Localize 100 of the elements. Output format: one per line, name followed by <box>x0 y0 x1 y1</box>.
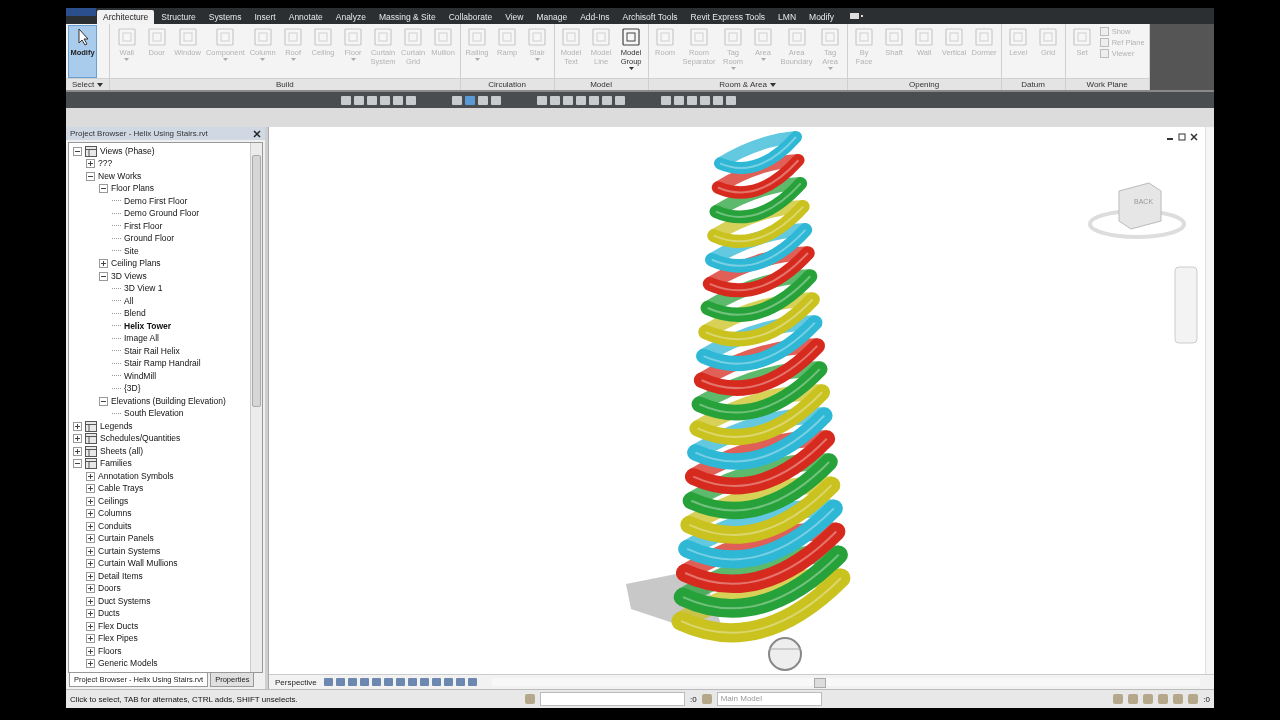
expand-icon[interactable] <box>86 621 95 631</box>
tree-item[interactable]: Ceilings <box>98 495 129 507</box>
expand-icon[interactable] <box>86 659 95 669</box>
panel-label[interactable]: Model <box>554 78 648 90</box>
tree-item[interactable]: Sheets (all) <box>100 445 143 457</box>
tree-item[interactable]: Cable Trays <box>98 483 144 495</box>
tree-item[interactable]: Demo First Floor <box>124 195 188 207</box>
tree-item[interactable]: Detail Items <box>98 570 143 582</box>
ribbon-tab[interactable]: Manage <box>530 10 574 24</box>
tree-item[interactable]: Ducts <box>98 608 120 620</box>
collapse-icon[interactable] <box>99 184 108 194</box>
tree-item[interactable]: Columns <box>98 508 132 520</box>
ribbon-tab[interactable]: Collaborate <box>442 10 499 24</box>
close-icon[interactable] <box>1190 133 1198 141</box>
tree-item[interactable]: Curtain Systems <box>98 545 161 557</box>
tree-item[interactable]: Curtain Wall Mullions <box>98 558 178 570</box>
panel-toggle-icon[interactable] <box>849 11 866 21</box>
tree-item[interactable]: 3D Views <box>111 270 147 282</box>
expand-icon[interactable] <box>86 634 95 644</box>
tree-item[interactable]: Stair Rail Helix <box>124 345 180 357</box>
tree-item[interactable]: Legends <box>100 420 133 432</box>
panel-label[interactable]: Work Plane <box>1065 78 1149 90</box>
tree-item[interactable]: Blend <box>124 308 146 320</box>
tree-item[interactable]: Demo Ground Floor <box>124 208 200 220</box>
tree-item[interactable]: First Floor <box>124 220 163 232</box>
expand-icon[interactable] <box>86 159 95 169</box>
tree-item[interactable]: Floor Plans <box>111 183 154 195</box>
tree-item[interactable]: Helix Tower <box>124 320 172 332</box>
expand-icon[interactable] <box>99 259 108 269</box>
tree-item[interactable]: Stair Ramp Handrail <box>124 358 201 370</box>
tree-item[interactable]: Generic Models <box>98 658 158 670</box>
scrollbar[interactable] <box>1205 127 1214 674</box>
scrollbar[interactable] <box>491 678 1200 686</box>
tree-item[interactable]: Schedules/Quantities <box>100 433 181 445</box>
close-icon[interactable] <box>253 129 261 138</box>
ribbon-tab[interactable]: Revit Express Tools <box>684 10 772 24</box>
expand-icon[interactable] <box>86 471 95 481</box>
ribbon-tab[interactable]: Insert <box>248 10 282 24</box>
tree-item[interactable]: {3D} <box>124 383 141 395</box>
panel-label[interactable]: Datum <box>1001 78 1065 90</box>
square-icon <box>1008 27 1029 47</box>
collapse-icon[interactable] <box>73 459 82 469</box>
ribbon-tab[interactable]: Annotate <box>282 10 329 24</box>
panel-label[interactable]: Opening <box>847 78 1001 90</box>
tree-item[interactable]: Ceiling Plans <box>111 258 161 270</box>
tree-item[interactable]: South Elevation <box>124 408 184 420</box>
tree-item[interactable]: Families <box>100 458 132 470</box>
ribbon-tab[interactable]: Systems <box>202 10 248 24</box>
collapse-icon[interactable] <box>99 396 108 406</box>
ribbon-tab[interactable]: Architecture <box>97 10 155 24</box>
tree-item[interactable]: ??? <box>98 158 113 170</box>
scrollbar[interactable] <box>250 143 262 672</box>
tree-item[interactable]: 3D View 1 <box>124 283 163 295</box>
ribbon-tab[interactable]: LMN <box>772 10 803 24</box>
expand-icon[interactable] <box>86 584 95 594</box>
expand-icon[interactable] <box>86 646 95 656</box>
ribbon-tab[interactable]: Structure <box>155 10 202 24</box>
tree-item[interactable]: New Works <box>98 170 142 182</box>
tree-item[interactable]: WindMill <box>124 370 157 382</box>
tree-item[interactable]: Image All <box>124 333 159 345</box>
expand-icon[interactable] <box>73 421 82 431</box>
ribbon-tab[interactable]: Analyze <box>329 10 372 24</box>
expand-icon[interactable] <box>86 534 95 544</box>
tree-item[interactable]: Curtain Panels <box>98 533 154 545</box>
expand-icon[interactable] <box>86 509 95 519</box>
tree-item[interactable]: Elevations (Building Elevation) <box>111 395 226 407</box>
panel-label[interactable]: Build <box>110 78 460 90</box>
expand-icon[interactable] <box>73 434 82 444</box>
expand-icon[interactable] <box>86 559 95 569</box>
tree-item[interactable]: Annotation Symbols <box>98 470 174 482</box>
expand-icon[interactable] <box>86 571 95 581</box>
collapse-icon[interactable] <box>73 146 82 156</box>
tree-item[interactable]: Conduits <box>98 520 132 532</box>
panel-label[interactable]: Room & Area <box>648 78 847 90</box>
tree-item[interactable]: Views (Phase) <box>100 145 155 157</box>
tree-item[interactable]: Floors <box>98 645 122 657</box>
ribbon-tab[interactable]: Archisoft Tools <box>616 10 684 24</box>
restore-icon[interactable] <box>1178 133 1186 141</box>
expand-icon[interactable] <box>86 496 95 506</box>
ribbon-tab[interactable]: Massing & Site <box>373 10 442 24</box>
panel-label[interactable]: Circulation <box>460 78 554 90</box>
panel-label[interactable]: Select <box>66 78 110 90</box>
ribbon-tab[interactable]: Modify <box>803 10 841 24</box>
tree-item[interactable]: Ground Floor <box>124 233 175 245</box>
tree-item[interactable]: Flex Pipes <box>98 633 138 645</box>
expand-icon[interactable] <box>86 521 95 531</box>
expand-icon[interactable] <box>86 609 95 619</box>
tree-item[interactable]: Duct Systems <box>98 595 151 607</box>
tree-item[interactable]: Site <box>124 245 139 257</box>
collapse-icon[interactable] <box>99 271 108 281</box>
expand-icon[interactable] <box>86 546 95 556</box>
expand-icon[interactable] <box>86 596 95 606</box>
ribbon-tab[interactable]: View <box>499 10 530 24</box>
collapse-icon[interactable] <box>86 171 95 181</box>
expand-icon[interactable] <box>73 446 82 456</box>
tree-item[interactable]: All <box>124 295 134 307</box>
tree-item[interactable]: Flex Ducts <box>98 620 139 632</box>
expand-icon[interactable] <box>86 484 95 494</box>
ribbon-tab[interactable]: Add-Ins <box>574 10 616 24</box>
tree-item[interactable]: Doors <box>98 583 121 595</box>
